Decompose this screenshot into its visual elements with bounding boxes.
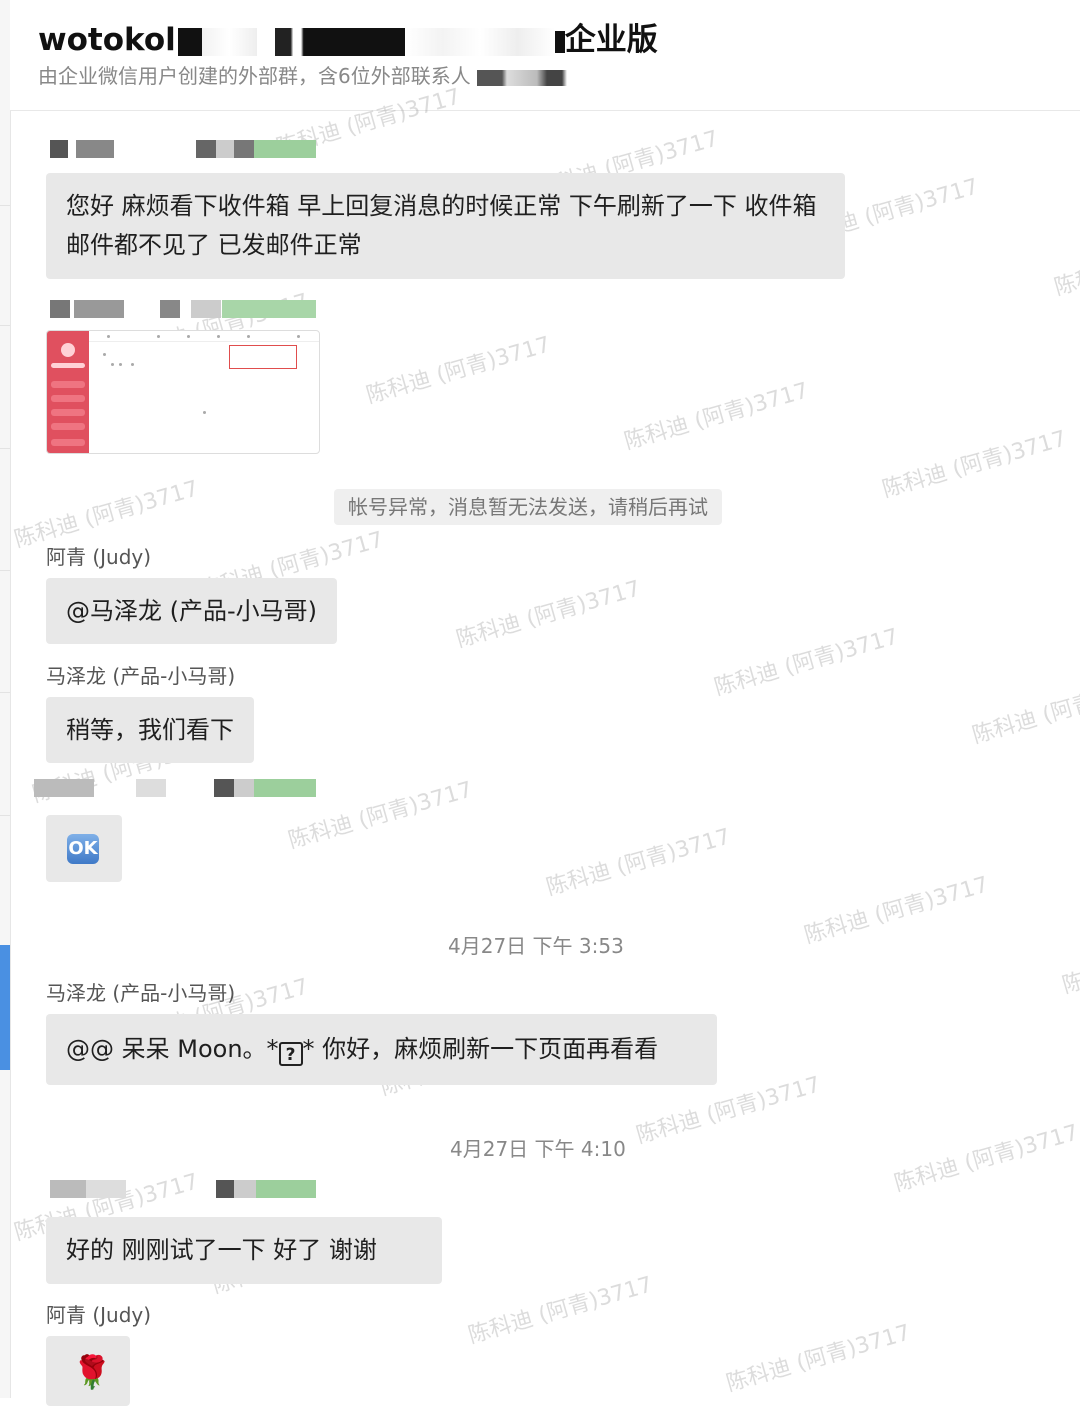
group-title[interactable]: wotokol 企业版 [38,14,658,59]
message-bubble[interactable]: @马泽龙 (产品-小马哥) [46,578,338,644]
group-subtitle: 由企业微信用户创建的外部群，含6位外部联系人 [38,60,578,89]
watermark: 陈科迪 (阿青)3717 [711,624,902,701]
watermark: 陈科迪 (阿青)3717 [969,672,1080,749]
ok-emoji-message[interactable]: OK [46,815,122,882]
watermark: 陈科迪 (阿青)3717 [363,332,554,409]
redacted-sender-name [46,140,316,158]
active-conversation-indicator[interactable] [0,945,10,1070]
rose-emoji-message[interactable]: 🌹 [46,1336,130,1406]
redacted-title [177,27,202,56]
rose-emoji-icon: 🌹 [72,1353,112,1391]
message-bubble[interactable]: @@ 呆呆 Moon。*? * 你好，麻烦刷新一下页面再看看 [46,1014,717,1085]
sender-name[interactable]: 马泽龙 (产品-小马哥) [46,660,235,689]
sender-name[interactable]: 阿青 (Judy) [46,541,151,570]
system-notice: 帐号异常，消息暂无法发送，请稍后再试 [334,489,722,525]
watermark: 陈科迪 (阿青)3717 [801,872,992,949]
redacted-contact [477,69,578,86]
redacted-sender-name [34,779,316,797]
watermark: 陈科迪 (阿青)3717 [543,824,734,901]
timestamp: 4月27日 下午 4:10 [450,1137,626,1161]
watermark: 陈科迪 (阿青)3717 [453,576,644,653]
screenshot-image-message[interactable] [46,330,320,454]
watermark: 陈科迪 (阿青)3717 [621,378,812,455]
sender-name[interactable]: 阿青 (Judy) [46,1299,151,1328]
message-bubble[interactable]: 稍等，我们看下 [46,697,254,763]
sender-name[interactable]: 马泽龙 (产品-小马哥) [46,977,235,1006]
message-area[interactable]: 陈科迪 (阿青)3717 陈科迪 (阿青)3717 陈科迪 (阿青)3717 陈… [10,84,1080,1406]
message-bubble[interactable]: 您好 麻烦看下收件箱 早上回复消息的时候正常 下午刷新了一下 收件箱邮件都不见了… [46,173,845,279]
unknown-emoji-icon: ? [278,1042,303,1066]
watermark: 陈科迪 (阿青)3717 [723,1320,914,1397]
watermark: 陈科迪 (阿青)3717 [891,1120,1080,1197]
watermark: 陈科迪 (阿青)3717 [879,426,1070,503]
ok-emoji-icon: OK [67,834,99,864]
watermark: 陈科迪 (阿青)3717 [465,1272,656,1349]
timestamp: 4月27日 下午 3:53 [448,934,624,958]
chat-header: wotokol 企业版 由企业微信用户创建的外部群，含6位外部联系人 [10,0,1080,111]
message-bubble[interactable]: 好的 刚刚试了一下 好了 谢谢 [46,1217,442,1284]
watermark: 陈科迪 (阿青)3717 [1051,224,1080,301]
watermark: 陈科迪 (阿青)3717 [1059,922,1080,999]
redacted-sender-name [46,1180,316,1198]
redacted-sender-name [46,300,316,318]
